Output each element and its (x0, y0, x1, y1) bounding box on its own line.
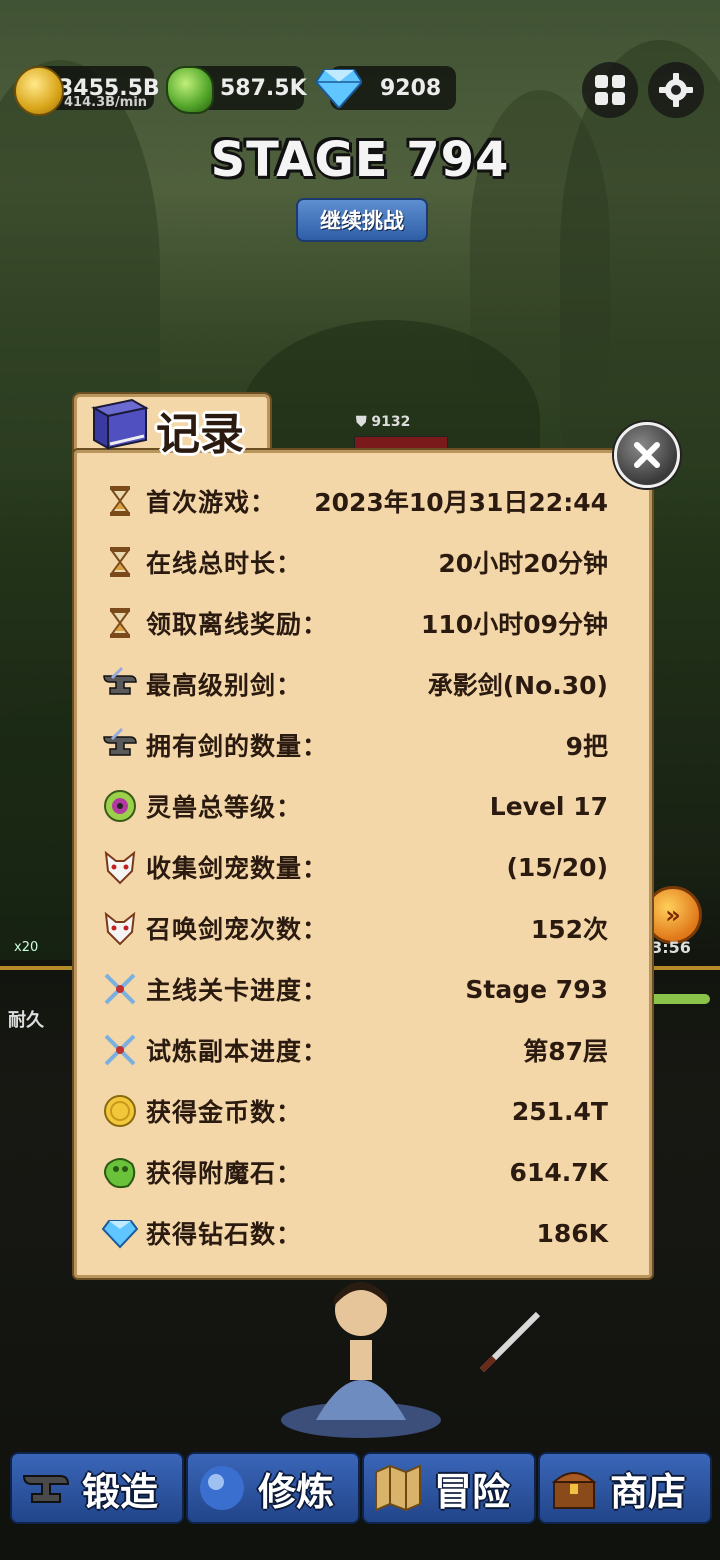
fox-mask-icon (104, 911, 136, 946)
enemy-hp-value: ⛊ 9132 (356, 414, 411, 430)
record-sword-count: 拥有剑的数量： 9把 (102, 720, 608, 770)
nav-forge[interactable]: 锻造 (10, 1452, 184, 1524)
hourglass-icon (110, 608, 130, 638)
progress-bar (646, 994, 710, 1004)
gear-icon (659, 73, 693, 107)
hourglass-icon (110, 547, 130, 577)
orb-icon (200, 1466, 244, 1510)
gold-coin-icon (104, 1095, 136, 1127)
record-offline-reward: 领取离线奖励： 110小时09分钟 (102, 598, 608, 648)
side-gem-count: x20 (14, 940, 39, 955)
durability-label: 耐久 (8, 1010, 44, 1031)
fox-mask-icon (104, 850, 136, 885)
continue-challenge-button[interactable]: 继续挑战 (296, 198, 428, 242)
nav-shop[interactable]: 商店 (538, 1452, 712, 1524)
close-icon (634, 442, 660, 468)
record-best-sword: 最高级别剑： 承影剑(No.30) (102, 659, 608, 709)
sword-icon (479, 1311, 541, 1373)
book-icon (91, 398, 149, 450)
record-beast-level: 灵兽总等级： Level 17 (102, 781, 608, 831)
anvil-icon (22, 1475, 70, 1503)
spirit-orb-icon (104, 790, 136, 822)
crossed-swords-icon (104, 1034, 136, 1066)
nav-adventure[interactable]: 冒险 (362, 1452, 536, 1524)
hero-character (281, 1282, 441, 1438)
records-title: 记录 (156, 409, 244, 460)
enchant-stone-icon (104, 1158, 136, 1189)
record-first-play: 首次游戏： 2023年10月31日22:44 (102, 476, 608, 526)
map-icon (375, 1464, 421, 1512)
record-pet-collection: 收集剑宠数量： (15/20) (102, 842, 608, 892)
record-diamonds-earned: 获得钻石数： 186K (102, 1208, 608, 1258)
record-online-time: 在线总时长： 20小时20分钟 (102, 537, 608, 587)
hourglass-icon (110, 486, 130, 516)
anvil-icon (103, 727, 137, 756)
fast-forward-icon: » (665, 901, 681, 929)
enchant-stone-icon (166, 66, 214, 114)
nav-cultivate[interactable]: 修炼 (186, 1452, 360, 1524)
enemy-hp-bar (354, 436, 448, 450)
fast-forward-button[interactable]: » (644, 886, 702, 944)
crossed-swords-icon (104, 973, 136, 1005)
record-main-stage: 主线关卡进度： Stage 793 (102, 964, 608, 1014)
diamond-icon (316, 69, 362, 108)
gold-rate: 414.3B/min (64, 95, 148, 110)
record-enchant-earned: 获得附魔石： 614.7K (102, 1147, 608, 1197)
gold-coin-icon (14, 66, 64, 116)
record-pet-summons: 召唤剑宠次数： 152次 (102, 903, 608, 953)
chest-icon (551, 1472, 597, 1509)
record-gold-earned: 获得金币数： 251.4T (102, 1086, 608, 1136)
stage-title: STAGE 794 (210, 132, 510, 188)
shield-icon: ⛊ (356, 414, 367, 430)
menu-grid-button[interactable] (582, 62, 638, 118)
record-trial-progress: 试炼副本进度： 第87层 (102, 1025, 608, 1075)
close-button[interactable] (614, 422, 680, 488)
anvil-icon (103, 666, 137, 695)
settings-button[interactable] (648, 62, 704, 118)
grid-icon (595, 75, 625, 105)
diamond-icon (102, 1220, 138, 1249)
